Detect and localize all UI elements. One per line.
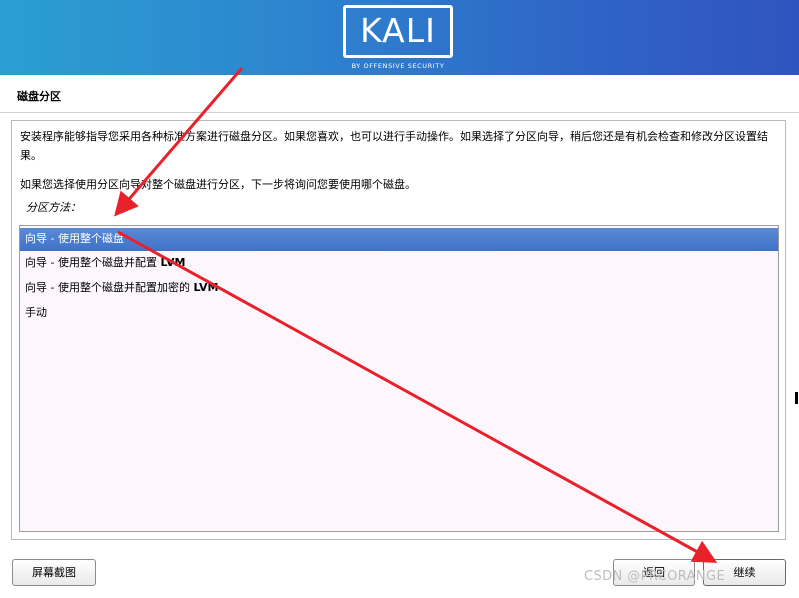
continue-button[interactable]: 继续	[703, 559, 786, 586]
kali-banner: KALI BY OFFENSIVE SECURITY	[0, 0, 799, 75]
option-label-bold: LVM	[193, 281, 219, 294]
list-item-manual[interactable]: 手动	[20, 302, 778, 324]
list-item-guided-lvm[interactable]: 向导 - 使用整个磁盘并配置 LVM	[20, 252, 778, 274]
option-label: 向导 - 使用整个磁盘并配置	[25, 256, 161, 269]
option-label: 向导 - 使用整个磁盘	[25, 232, 124, 245]
logo-text: KALI	[360, 11, 436, 50]
list-item-guided-encrypted-lvm[interactable]: 向导 - 使用整个磁盘并配置加密的 LVM	[20, 277, 778, 299]
option-label: 向导 - 使用整个磁盘并配置加密的	[25, 281, 194, 294]
logo-tagline: BY OFFENSIVE SECURITY	[351, 62, 445, 70]
back-button[interactable]: 返回	[613, 559, 695, 586]
option-label: 手动	[25, 306, 47, 319]
partition-method-list[interactable]: 向导 - 使用整个磁盘 向导 - 使用整个磁盘并配置 LVM 向导 - 使用整个…	[19, 225, 779, 532]
wizard-note-paragraph: 如果您选择使用分区向导对整个磁盘进行分区，下一步将询问您要使用哪个磁盘。	[20, 178, 416, 191]
option-label-bold: LVM	[160, 256, 186, 269]
page-title: 磁盘分区	[17, 90, 61, 103]
content-panel: 安装程序能够指导您采用各种标准方案进行磁盘分区。如果您喜欢，也可以进行手动操作。…	[11, 120, 786, 540]
kali-logo: KALI	[343, 5, 453, 58]
edge-mark	[795, 392, 798, 404]
description-paragraph: 安装程序能够指导您采用各种标准方案进行磁盘分区。如果您喜欢，也可以进行手动操作。…	[20, 130, 768, 162]
screenshot-button[interactable]: 屏幕截图	[12, 559, 96, 586]
list-item-guided-entire-disk[interactable]: 向导 - 使用整个磁盘	[20, 228, 778, 251]
title-divider	[0, 112, 799, 113]
partition-method-label: 分区方法：	[26, 201, 81, 214]
